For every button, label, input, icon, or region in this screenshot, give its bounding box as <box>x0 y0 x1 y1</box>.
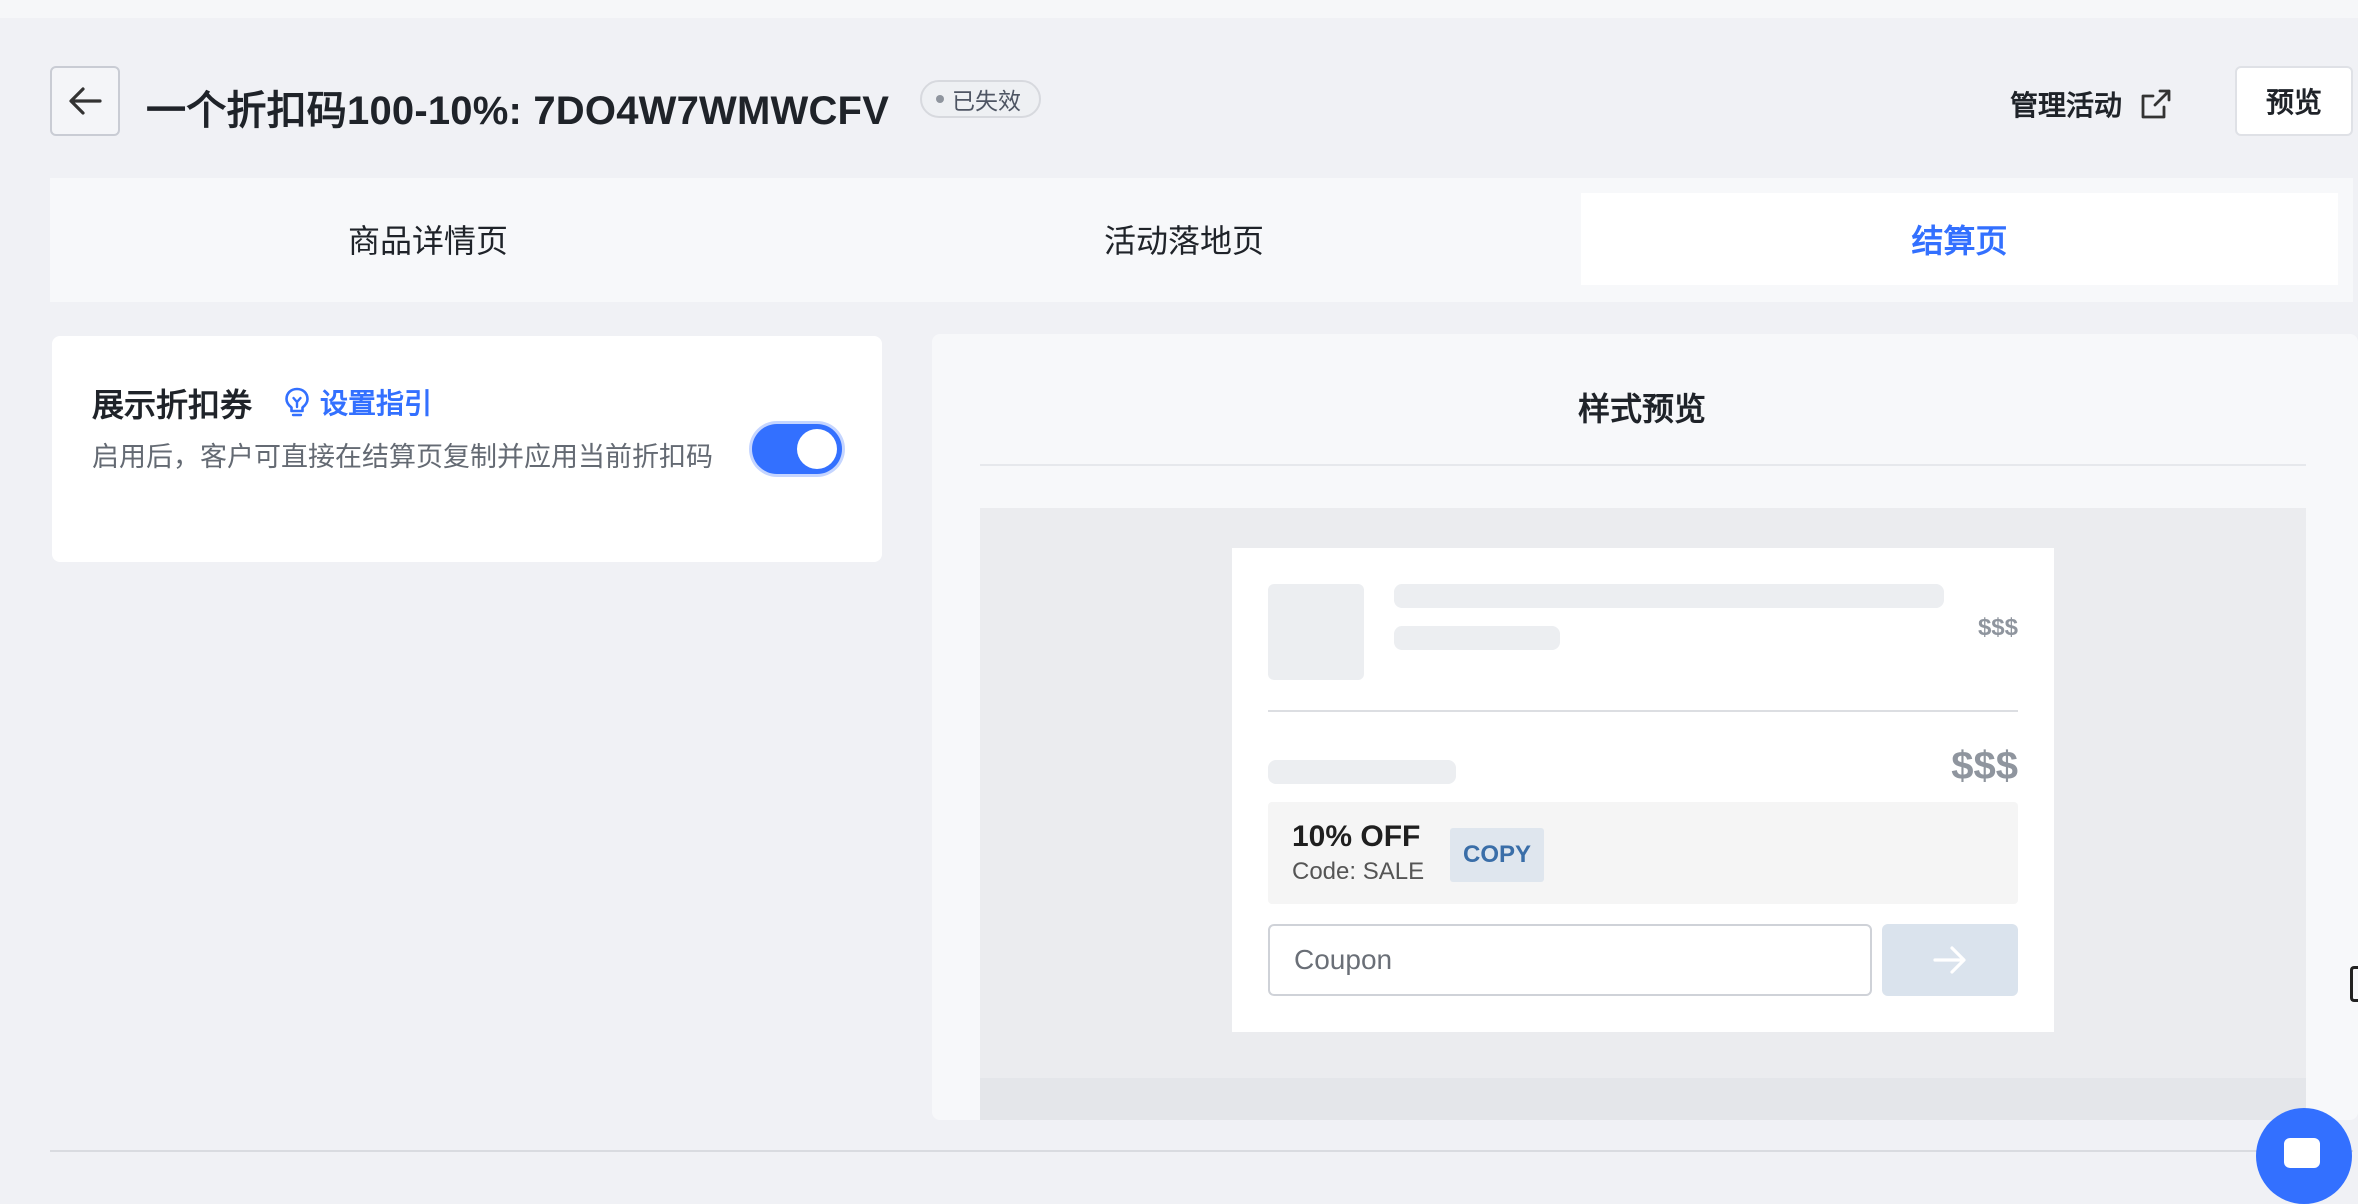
preview-button[interactable]: 预览 <box>2235 66 2353 136</box>
manage-activity-label: 管理活动 <box>2010 90 2123 121</box>
preview-title: 样式预览 <box>1577 391 1706 427</box>
chat-button[interactable] <box>2256 1108 2352 1204</box>
status-badge: 已失效 <box>920 80 1041 118</box>
checkout-divider <box>1268 710 2018 712</box>
external-link-icon <box>2141 89 2171 119</box>
page-tabs: 商品详情页 活动落地页 结算页 <box>50 178 2353 302</box>
preview-canvas: $$$ $$$ 10% OFF Code: SALE COPY <box>980 508 2306 1120</box>
edge-handle <box>2350 966 2358 1002</box>
back-button[interactable] <box>50 66 120 136</box>
coupon-input[interactable] <box>1268 924 1872 996</box>
tab-product-detail[interactable]: 商品详情页 <box>50 193 806 285</box>
status-label: 已失效 <box>952 88 1021 114</box>
lightbulb-icon <box>285 387 309 417</box>
preview-divider <box>980 464 2306 466</box>
style-preview-panel: 样式预览 $$$ $$$ 10% OFF Code: SALE COPY <box>932 334 2358 1120</box>
setting-title: 展示折扣券 <box>92 387 253 423</box>
checkout-mock: $$$ $$$ 10% OFF Code: SALE COPY <box>1232 548 2054 1032</box>
product-name-placeholder <box>1394 584 1944 608</box>
chat-icon <box>2284 1138 2320 1168</box>
tab-checkout[interactable]: 结算页 <box>1581 193 2338 285</box>
apply-coupon-button[interactable] <box>1882 924 2018 996</box>
coupon-banner: 10% OFF Code: SALE COPY <box>1268 802 2018 904</box>
coupon-discount: 10% OFF <box>1292 820 1421 853</box>
toggle-knob <box>797 429 837 469</box>
arrow-right-icon <box>1933 946 1966 974</box>
status-dot <box>936 95 944 103</box>
subtotal-price: $$$ <box>1951 744 2018 788</box>
tab-landing-page[interactable]: 活动落地页 <box>806 193 1562 285</box>
page-title: 一个折扣码100-10%: 7DO4W7WMWCFV <box>146 89 890 133</box>
arrow-left-icon <box>69 87 102 115</box>
copy-code-button[interactable]: COPY <box>1450 828 1544 882</box>
subtotal-label-placeholder <box>1268 760 1456 784</box>
bottom-divider <box>50 1150 2353 1152</box>
setup-guide-link[interactable]: 设置指引 <box>284 382 432 422</box>
setting-description: 启用后，客户可直接在结算页复制并应用当前折扣码 <box>92 442 713 472</box>
coupon-code: Code: SALE <box>1292 858 1425 885</box>
product-image-placeholder <box>1268 584 1364 680</box>
canvas-bottom <box>980 1078 2306 1120</box>
manage-activity-link[interactable]: 管理活动 <box>2010 84 2172 124</box>
line-item-price: $$$ <box>1977 614 2018 641</box>
top-strip <box>0 0 2358 18</box>
page: 一个折扣码100-10%: 7DO4W7WMWCFV 已失效 管理活动 预览 商… <box>0 18 2358 1154</box>
show-coupon-toggle[interactable] <box>752 424 842 474</box>
product-variant-placeholder <box>1394 626 1560 650</box>
setup-guide-label: 设置指引 <box>320 388 433 419</box>
